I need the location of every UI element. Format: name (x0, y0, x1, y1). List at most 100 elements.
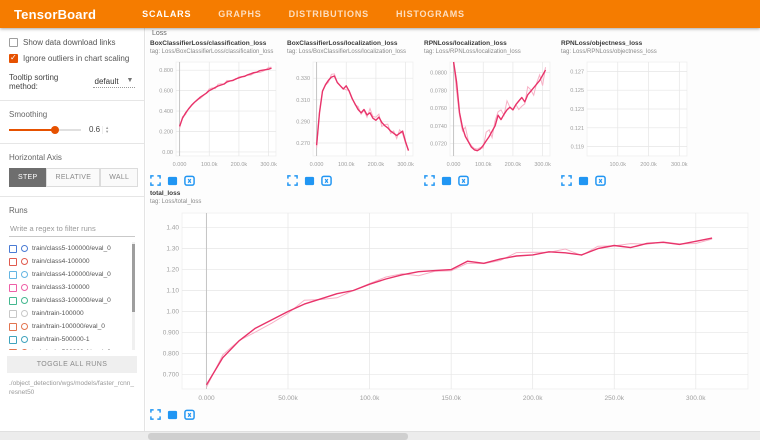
scalar-chart-card: BoxClassifierLoss/classification_losstag… (150, 40, 281, 186)
run-color-icon[interactable] (21, 349, 28, 350)
scalar-chart-card: BoxClassifierLoss/localization_losstag: … (287, 40, 418, 186)
svg-text:0.0800: 0.0800 (430, 71, 447, 77)
smoothing-value-box: 0.6 ▲▼ (89, 125, 109, 134)
tab-scalars[interactable]: SCALARS (142, 9, 191, 19)
run-color-icon[interactable] (21, 258, 28, 265)
run-visibility-checkbox[interactable] (9, 284, 17, 292)
chart-plot[interactable]: 0.2700.2900.3100.3300.000100.0k200.0k300… (287, 57, 418, 169)
expand-icon[interactable] (424, 175, 435, 186)
axis-wall-button[interactable]: WALL (100, 168, 138, 187)
scalar-chart-card: total_losstag: Loss/total_loss0.7000.800… (150, 190, 760, 420)
full-size-icon[interactable] (167, 409, 178, 420)
run-color-icon[interactable] (21, 323, 28, 330)
chart-toolbar (561, 175, 692, 186)
logdir-path: ./object_detection/wgs/models/faster_rcn… (9, 379, 135, 397)
expand-icon[interactable] (150, 175, 161, 186)
full-size-icon[interactable] (304, 175, 315, 186)
run-color-icon[interactable] (21, 284, 28, 291)
divider (0, 100, 144, 101)
run-row: train/class4-100000/eval_0 (9, 268, 129, 281)
tooltip-sort-select[interactable]: default ▼ (93, 76, 135, 88)
chevron-down-icon: ▼ (127, 77, 134, 86)
show-download-links-checkbox[interactable] (9, 38, 18, 47)
slider-thumb-icon[interactable] (51, 126, 59, 134)
horizontal-axis-label: Horizontal Axis (9, 153, 135, 162)
svg-text:0.000: 0.000 (173, 162, 187, 168)
run-visibility-checkbox[interactable] (9, 336, 17, 344)
expand-icon[interactable] (561, 175, 572, 186)
svg-text:1.20: 1.20 (166, 267, 179, 274)
svg-text:1.40: 1.40 (166, 225, 179, 232)
chart-tag: tag: Loss/BoxClassifierLoss/localization… (287, 48, 418, 56)
fit-domain-icon[interactable] (321, 175, 332, 186)
run-visibility-checkbox[interactable] (9, 245, 17, 253)
runs-label: Runs (9, 206, 135, 215)
chart-plot[interactable]: 0.1190.1210.1230.1250.127100.0k200.0k300… (561, 57, 692, 169)
tab-distributions[interactable]: DISTRIBUTIONS (289, 9, 369, 19)
divider (0, 196, 144, 197)
svg-text:0.121: 0.121 (570, 126, 584, 132)
horizontal-scrollbar[interactable] (0, 431, 760, 440)
svg-text:0.0720: 0.0720 (430, 142, 447, 148)
ignore-outliers-label: Ignore outliers in chart scaling (23, 54, 129, 63)
svg-text:0.0760: 0.0760 (430, 106, 447, 112)
svg-text:100.0k: 100.0k (201, 162, 218, 168)
run-color-icon[interactable] (21, 310, 28, 317)
run-visibility-checkbox[interactable] (9, 271, 17, 279)
svg-text:0.800: 0.800 (159, 68, 173, 74)
run-visibility-checkbox[interactable] (9, 297, 17, 305)
chart-plot[interactable]: 0.7000.8000.9001.001.101.201.301.400.000… (150, 207, 758, 403)
tab-graphs[interactable]: GRAPHS (218, 9, 261, 19)
divider (0, 143, 144, 144)
scrollbar-thumb[interactable] (148, 433, 408, 440)
run-color-icon[interactable] (21, 297, 28, 304)
svg-text:1.10: 1.10 (166, 288, 179, 295)
svg-text:0.600: 0.600 (159, 89, 173, 95)
run-list-scrollbar[interactable] (132, 242, 135, 350)
smoothing-value[interactable]: 0.6 (89, 125, 100, 134)
chart-title: BoxClassifierLoss/classification_loss (150, 40, 281, 48)
run-visibility-checkbox[interactable] (9, 310, 17, 318)
svg-text:0.400: 0.400 (159, 109, 173, 115)
chart-title: total_loss (150, 190, 760, 198)
chart-tag: tag: Loss/total_loss (150, 198, 760, 206)
run-color-icon[interactable] (21, 271, 28, 278)
expand-icon[interactable] (287, 175, 298, 186)
fit-domain-icon[interactable] (595, 175, 606, 186)
run-visibility-checkbox[interactable] (9, 323, 17, 331)
run-name: train/train-500000-1/eval_0 (32, 349, 111, 350)
run-visibility-checkbox[interactable] (9, 258, 17, 266)
fit-domain-icon[interactable] (458, 175, 469, 186)
run-color-icon[interactable] (21, 336, 28, 343)
toggle-all-runs-button[interactable]: TOGGLE ALL RUNS (7, 356, 137, 373)
fit-domain-icon[interactable] (184, 175, 195, 186)
svg-text:0.000: 0.000 (198, 395, 215, 402)
run-color-icon[interactable] (21, 245, 28, 252)
run-name: train/class5-100000/eval_0 (32, 245, 111, 252)
ignore-outliers-checkbox[interactable] (9, 54, 18, 63)
run-filter-input[interactable] (9, 221, 135, 237)
smoothing-slider[interactable] (9, 129, 81, 131)
svg-text:0.000: 0.000 (447, 162, 461, 168)
expand-icon[interactable] (150, 409, 161, 420)
fit-domain-icon[interactable] (184, 409, 195, 420)
svg-text:0.270: 0.270 (296, 141, 310, 147)
tooltip-sort-value: default (95, 77, 119, 86)
full-size-icon[interactable] (167, 175, 178, 186)
run-name: train/train-100000 (32, 310, 84, 317)
svg-text:250.0k: 250.0k (604, 395, 624, 402)
chart-title: RPNLoss/localization_loss (424, 40, 555, 48)
tab-histograms[interactable]: HISTOGRAMS (396, 9, 465, 19)
chart-plot[interactable]: 0.07200.07400.07600.07800.08000.000100.0… (424, 57, 555, 169)
chart-plot[interactable]: 0.000.2000.4000.6000.8000.000100.0k200.0… (150, 57, 281, 169)
settings-sidebar: Show data download links Ignore outliers… (0, 28, 145, 440)
full-size-icon[interactable] (441, 175, 452, 186)
chart-title: RPNLoss/objectness_loss (561, 40, 692, 48)
axis-step-button[interactable]: STEP (9, 168, 46, 187)
full-size-icon[interactable] (578, 175, 589, 186)
stepper-icon[interactable]: ▲▼ (102, 126, 109, 134)
axis-relative-button[interactable]: RELATIVE (46, 168, 100, 187)
svg-text:300.0k: 300.0k (397, 162, 414, 168)
run-visibility-checkbox[interactable] (9, 349, 17, 351)
scrollbar-thumb[interactable] (132, 244, 135, 312)
